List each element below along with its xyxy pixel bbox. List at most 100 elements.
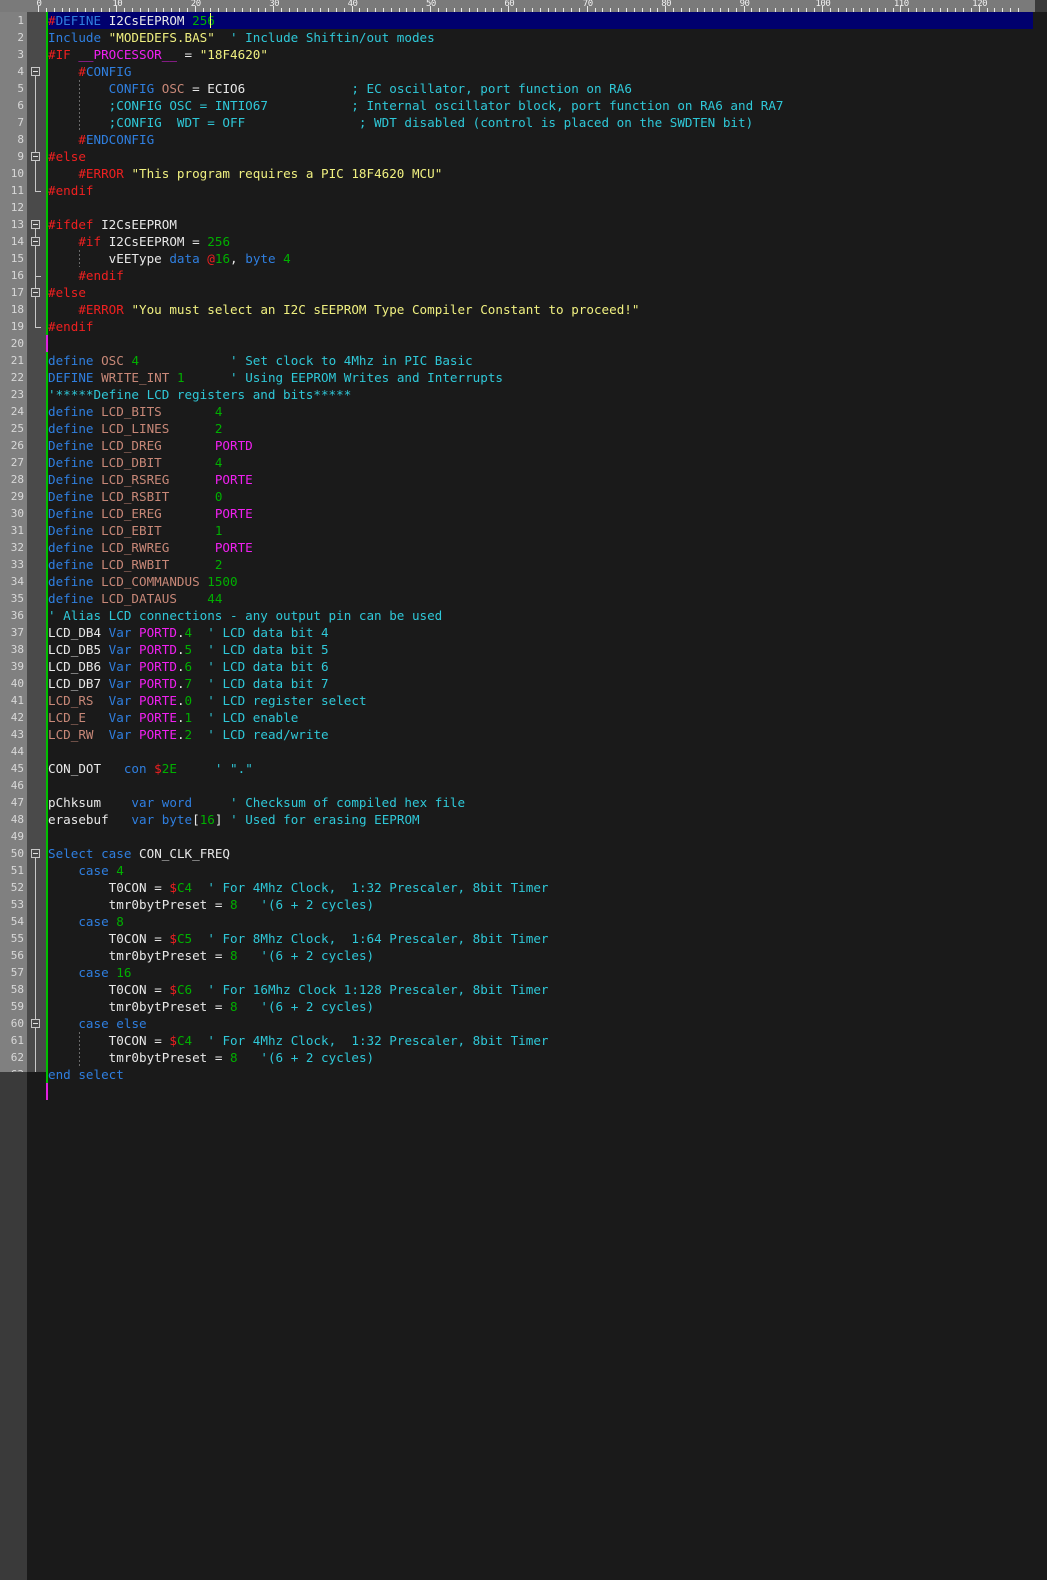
code-line[interactable]: LCD_DB7 Var PORTD.7 ' LCD data bit 7 (48, 675, 1047, 692)
code-line[interactable]: #else (48, 148, 1047, 165)
line-number[interactable]: 23 (0, 386, 24, 403)
code-line[interactable]: erasebuf var byte[16] ' Used for erasing… (48, 811, 1047, 828)
line-number-gutter[interactable]: 1234567891011121314151617181920212223242… (0, 12, 27, 1072)
code-line[interactable]: define LCD_BITS 4 (48, 403, 1047, 420)
code-line[interactable]: #endif (48, 267, 1047, 284)
code-line[interactable]: #if I2CsEEPROM = 256 (48, 233, 1047, 250)
line-number[interactable]: 58 (0, 981, 24, 998)
code-line[interactable]: #ERROR "This program requires a PIC 18F4… (48, 165, 1047, 182)
line-number[interactable]: 57 (0, 964, 24, 981)
line-number[interactable]: 11 (0, 182, 24, 199)
code-line[interactable] (48, 199, 1047, 216)
line-number[interactable]: 12 (0, 199, 24, 216)
code-line[interactable]: tmr0bytPreset = 8 '(6 + 2 cycles) (48, 896, 1047, 913)
code-line[interactable]: define OSC 4 ' Set clock to 4Mhz in PIC … (48, 352, 1047, 369)
line-number[interactable]: 44 (0, 743, 24, 760)
line-number[interactable]: 8 (0, 131, 24, 148)
code-line[interactable]: LCD_RW Var PORTE.2 ' LCD read/write (48, 726, 1047, 743)
line-number[interactable]: 42 (0, 709, 24, 726)
line-number[interactable]: 60 (0, 1015, 24, 1032)
line-number[interactable]: 20 (0, 335, 24, 352)
fold-toggle-icon[interactable] (31, 152, 40, 161)
code-line[interactable]: Define LCD_DREG PORTD (48, 437, 1047, 454)
code-line[interactable]: define LCD_COMMANDUS 1500 (48, 573, 1047, 590)
code-line[interactable]: DEFINE WRITE_INT 1 ' Using EEPROM Writes… (48, 369, 1047, 386)
line-number[interactable]: 32 (0, 539, 24, 556)
line-number[interactable]: 30 (0, 505, 24, 522)
fold-toggle-icon[interactable] (31, 237, 40, 246)
code-line[interactable]: LCD_DB4 Var PORTD.4 ' LCD data bit 4 (48, 624, 1047, 641)
code-line[interactable]: ;CONFIG OSC = INTIO67 ; Internal oscilla… (48, 97, 1047, 114)
line-number[interactable]: 47 (0, 794, 24, 811)
code-line[interactable]: ;CONFIG WDT = OFF ; WDT disabled (contro… (48, 114, 1047, 131)
code-line[interactable]: CON_DOT con $2E ' "." (48, 760, 1047, 777)
code-line[interactable]: end select (48, 1066, 1047, 1083)
line-number[interactable]: 38 (0, 641, 24, 658)
code-line[interactable] (48, 335, 1047, 352)
line-number[interactable]: 27 (0, 454, 24, 471)
code-editor-window[interactable]: 0102030405060708090100110120 12345678910… (0, 0, 1047, 1580)
code-line[interactable]: LCD_DB6 Var PORTD.6 ' LCD data bit 6 (48, 658, 1047, 675)
line-number[interactable]: 33 (0, 556, 24, 573)
line-number[interactable]: 25 (0, 420, 24, 437)
line-number[interactable]: 5 (0, 80, 24, 97)
line-number[interactable]: 43 (0, 726, 24, 743)
line-number[interactable]: 62 (0, 1049, 24, 1066)
line-number[interactable]: 54 (0, 913, 24, 930)
code-folding-gutter[interactable] (27, 12, 46, 1072)
code-line[interactable]: T0CON = $C6 ' For 16Mhz Clock 1:128 Pres… (48, 981, 1047, 998)
code-line[interactable]: Define LCD_EREG PORTE (48, 505, 1047, 522)
code-line[interactable]: #else (48, 284, 1047, 301)
line-number[interactable]: 39 (0, 658, 24, 675)
code-line[interactable]: CONFIG OSC = ECIO6 ; EC oscillator, port… (48, 80, 1047, 97)
line-number[interactable]: 37 (0, 624, 24, 641)
line-number[interactable]: 50 (0, 845, 24, 862)
code-line[interactable]: case 8 (48, 913, 1047, 930)
line-number[interactable]: 45 (0, 760, 24, 777)
line-number[interactable]: 21 (0, 352, 24, 369)
line-number[interactable]: 15 (0, 250, 24, 267)
code-line[interactable]: define LCD_RWBIT 2 (48, 556, 1047, 573)
line-number[interactable]: 56 (0, 947, 24, 964)
line-number[interactable]: 55 (0, 930, 24, 947)
code-line[interactable] (48, 743, 1047, 760)
line-number[interactable]: 53 (0, 896, 24, 913)
fold-toggle-icon[interactable] (31, 67, 40, 76)
code-line[interactable]: #endif (48, 318, 1047, 335)
code-line[interactable] (48, 1083, 1047, 1100)
code-line[interactable]: '*****Define LCD registers and bits***** (48, 386, 1047, 403)
code-line[interactable]: #DEFINE I2CsEEPROM 256 (48, 12, 1047, 29)
code-line[interactable]: T0CON = $C5 ' For 8Mhz Clock, 1:64 Presc… (48, 930, 1047, 947)
code-line[interactable]: T0CON = $C4 ' For 4Mhz Clock, 1:32 Presc… (48, 1032, 1047, 1049)
code-line[interactable]: define LCD_RWREG PORTE (48, 539, 1047, 556)
code-line[interactable]: Define LCD_EBIT 1 (48, 522, 1047, 539)
code-line[interactable]: Define LCD_RSBIT 0 (48, 488, 1047, 505)
code-line[interactable]: #CONFIG (48, 63, 1047, 80)
code-line[interactable]: vEEType data @16, byte 4 (48, 250, 1047, 267)
code-line[interactable]: define LCD_LINES 2 (48, 420, 1047, 437)
code-line[interactable]: Include "MODEDEFS.BAS" ' Include Shiftin… (48, 29, 1047, 46)
line-number[interactable]: 35 (0, 590, 24, 607)
fold-toggle-icon[interactable] (31, 1019, 40, 1028)
code-line[interactable]: case 4 (48, 862, 1047, 879)
code-line[interactable]: LCD_E Var PORTE.1 ' LCD enable (48, 709, 1047, 726)
code-line[interactable] (48, 777, 1047, 794)
line-number[interactable]: 7 (0, 114, 24, 131)
line-number[interactable]: 36 (0, 607, 24, 624)
fold-toggle-icon[interactable] (31, 220, 40, 229)
line-number[interactable]: 13 (0, 216, 24, 233)
line-number[interactable]: 49 (0, 828, 24, 845)
line-number[interactable]: 3 (0, 46, 24, 63)
code-line[interactable]: #ENDCONFIG (48, 131, 1047, 148)
code-line[interactable]: tmr0bytPreset = 8 '(6 + 2 cycles) (48, 947, 1047, 964)
line-number[interactable]: 10 (0, 165, 24, 182)
line-number[interactable]: 4 (0, 63, 24, 80)
line-number[interactable]: 61 (0, 1032, 24, 1049)
line-number[interactable]: 19 (0, 318, 24, 335)
code-line[interactable]: #ERROR "You must select an I2C sEEPROM T… (48, 301, 1047, 318)
line-number[interactable]: 59 (0, 998, 24, 1015)
line-number[interactable]: 52 (0, 879, 24, 896)
code-line[interactable]: tmr0bytPreset = 8 '(6 + 2 cycles) (48, 1049, 1047, 1066)
line-number[interactable]: 48 (0, 811, 24, 828)
code-text-area[interactable]: #DEFINE I2CsEEPROM 256Include "MODEDEFS.… (48, 12, 1047, 1100)
